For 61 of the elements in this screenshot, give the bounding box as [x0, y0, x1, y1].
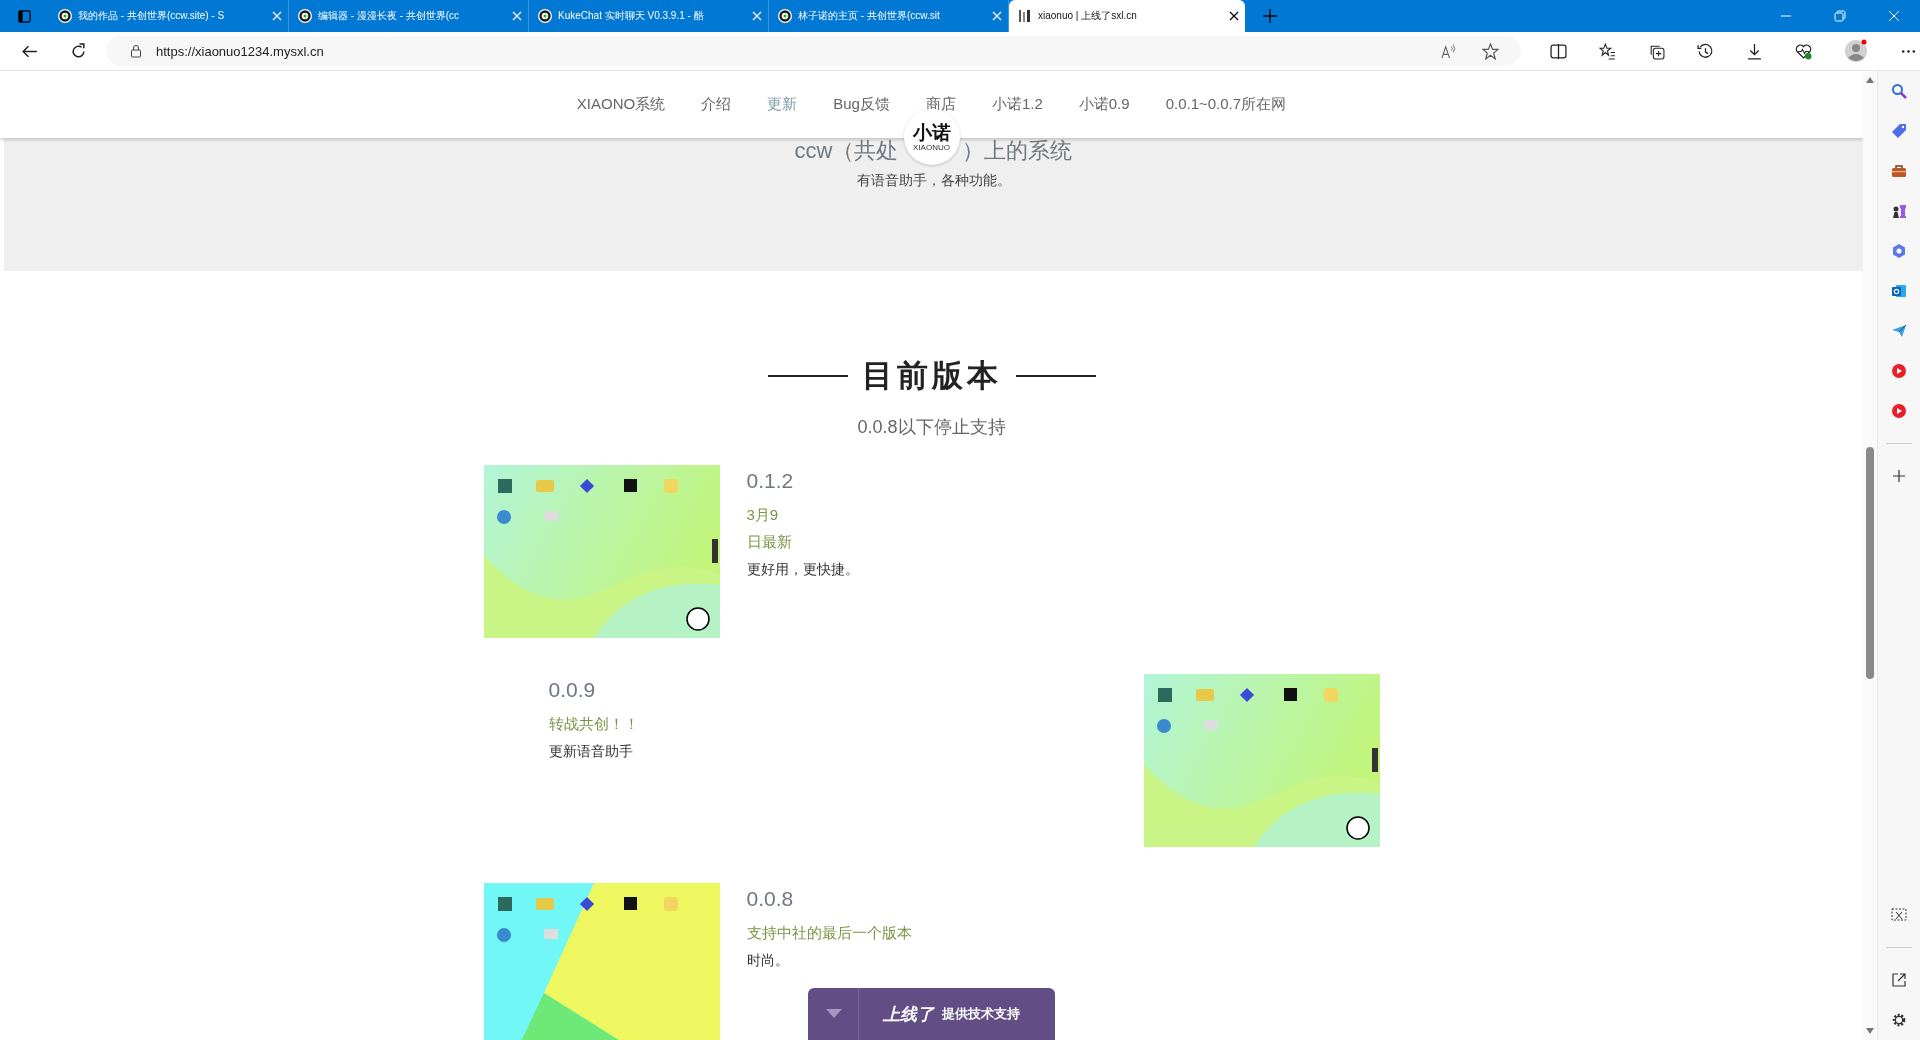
- section-title: 目前版本: [861, 357, 1002, 395]
- nav-link[interactable]: Bug反馈: [833, 95, 890, 114]
- scroll-up-icon[interactable]: [1866, 77, 1874, 83]
- version-number: 0.1.2: [746, 469, 795, 493]
- restore-icon[interactable]: [1834, 10, 1846, 22]
- tab-actions-icon[interactable]: [17, 8, 32, 24]
- version-note: 转战共创！！: [548, 714, 639, 734]
- lock-icon[interactable]: [130, 44, 142, 58]
- brand-name[interactable]: 上线了: [882, 1002, 934, 1026]
- version-number: 0.0.9: [548, 678, 597, 702]
- play-icon[interactable]: [1891, 403, 1907, 419]
- support-text: 提供技术支持: [941, 1005, 1020, 1023]
- close-icon[interactable]: [1229, 11, 1239, 21]
- nav-link[interactable]: 更新: [767, 95, 798, 114]
- new-tab-icon[interactable]: [1263, 9, 1277, 23]
- scroll-down-icon[interactable]: [1866, 1028, 1874, 1034]
- search-icon[interactable]: [1891, 83, 1907, 99]
- version-note: 日最新: [746, 532, 793, 552]
- nav-link[interactable]: 小诺0.9: [1078, 95, 1130, 114]
- collapse-icon[interactable]: [825, 1009, 842, 1019]
- site-icon: [297, 8, 313, 24]
- version-description: 时尚。: [746, 952, 790, 970]
- version-note: 3月9: [746, 505, 780, 525]
- browser-tab[interactable]: xiaonuo | 上线了sxl.cn: [1009, 0, 1245, 32]
- favorites-icon[interactable]: [1599, 42, 1616, 60]
- add-icon[interactable]: [1891, 468, 1907, 484]
- version-note: 支持中社的最后一个版本: [746, 923, 912, 943]
- nav-link[interactable]: 小诺1.2: [991, 95, 1043, 114]
- download-icon[interactable]: [1746, 42, 1763, 60]
- history-icon[interactable]: [1697, 42, 1714, 60]
- hero-title: ）上的系统: [962, 137, 1073, 165]
- section-subtitle: 0.0.8以下停止支持: [857, 416, 1006, 439]
- tag-icon[interactable]: [1891, 123, 1907, 139]
- site-icon: [1017, 8, 1033, 24]
- read-aloud-icon[interactable]: [1441, 42, 1458, 60]
- nav-link[interactable]: 介绍: [701, 95, 732, 114]
- screenshot-icon[interactable]: [1891, 907, 1907, 923]
- mail-icon[interactable]: [1891, 283, 1907, 299]
- address-field[interactable]: https://xiaonuo1234.mysxl.cn: [106, 36, 1521, 66]
- nav-link[interactable]: 0.0.1~0.0.7所在网: [1165, 95, 1287, 114]
- profile-avatar-icon[interactable]: [1844, 39, 1868, 63]
- version-description: 更好用，更快捷。: [746, 561, 859, 579]
- settings-icon[interactable]: [1891, 1012, 1907, 1028]
- chess-icon[interactable]: [1891, 203, 1907, 219]
- site-icon: [57, 8, 73, 24]
- scrollbar-thumb[interactable]: [1866, 447, 1874, 679]
- version-description: 更新语音助手: [548, 743, 634, 761]
- nav-link[interactable]: XIAONO系统: [576, 95, 666, 114]
- site-icon: [537, 8, 553, 24]
- version-number: 0.0.8: [746, 887, 795, 911]
- heart-pulse-icon[interactable]: [1795, 42, 1812, 60]
- external-link-icon[interactable]: [1891, 972, 1907, 988]
- star-icon[interactable]: [1482, 42, 1499, 60]
- briefcase-icon[interactable]: [1891, 163, 1907, 179]
- play-icon[interactable]: [1891, 363, 1907, 379]
- hero-subtitle: 有语音助手，各种功能。: [856, 172, 1011, 190]
- hero-title: ccw（共处: [794, 137, 899, 165]
- send-icon[interactable]: [1891, 323, 1907, 339]
- reload-icon[interactable]: [70, 42, 87, 60]
- split-screen-icon[interactable]: [1550, 42, 1567, 60]
- site-icon: [777, 8, 793, 24]
